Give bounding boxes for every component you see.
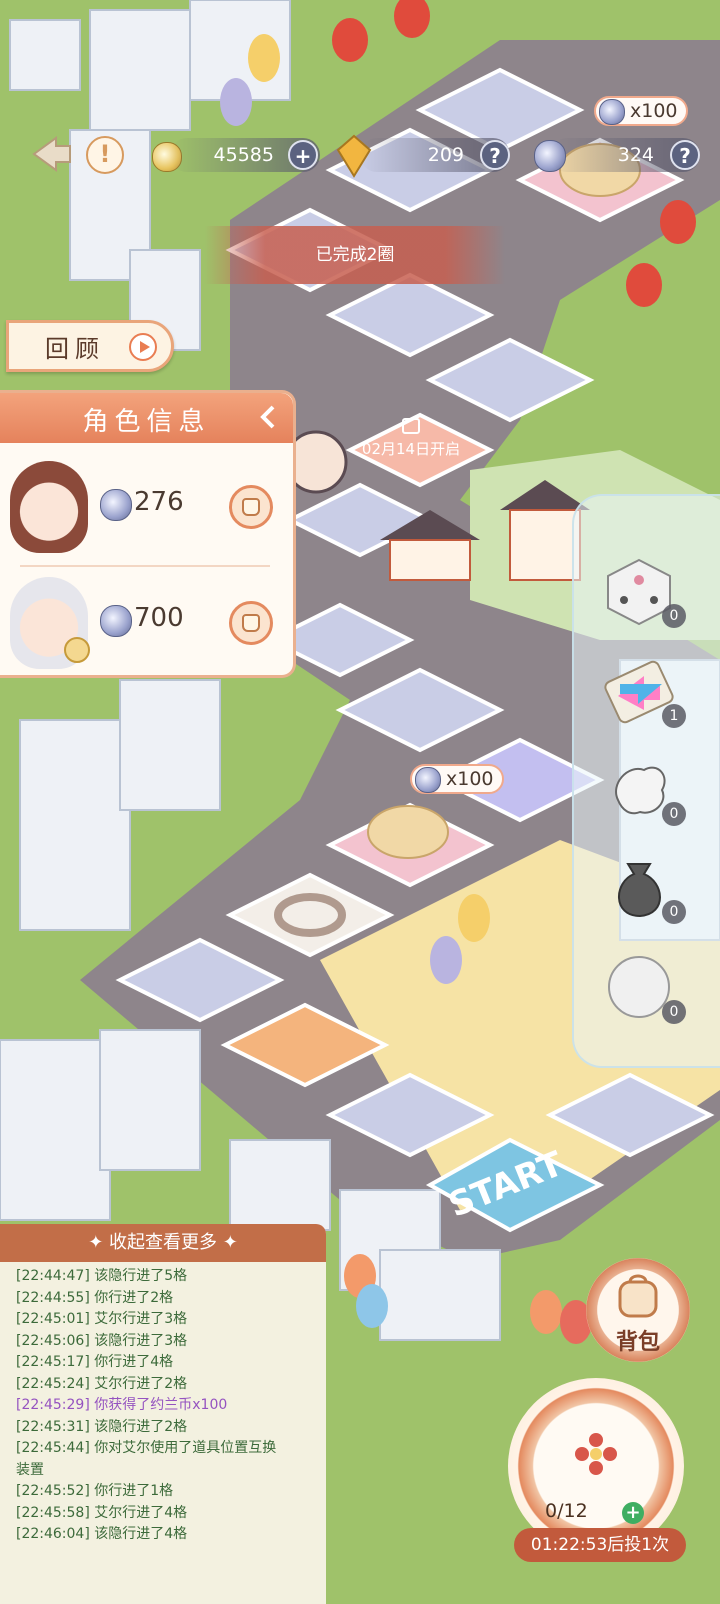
backpack-button[interactable]: 背包: [586, 1258, 690, 1362]
divider: [20, 565, 270, 567]
log-line: 装置: [16, 1461, 44, 1478]
mooncake-icon: [367, 805, 449, 859]
swap-item[interactable]: 1: [604, 656, 686, 728]
item-count: 0: [662, 900, 686, 924]
locked-tile-label: 02月14日开启: [346, 418, 476, 466]
review-label: 回顾: [45, 335, 105, 363]
role-info-panel: 角色信息 276 700: [0, 390, 296, 678]
role-row: 276: [0, 455, 293, 567]
sparkle-icon: ✦: [88, 1232, 109, 1253]
role-info-header: 角色信息: [0, 393, 293, 443]
role-token-value: 700: [134, 603, 184, 633]
backpack-label: 背包: [615, 1329, 660, 1355]
log-line: [22:45:58] 艾尔行进了4格: [16, 1504, 188, 1521]
log-lines: [22:44:47] 该隐行进了5格 [22:44:55] 你行进了2格 [22…: [16, 1266, 316, 1546]
flower-icon: [575, 1433, 617, 1475]
add-dice-button[interactable]: +: [622, 1502, 644, 1524]
dice-count: 0/12: [545, 1500, 588, 1522]
back-arrow-icon: [32, 136, 71, 172]
log-line: [22:46:04] 该隐行进了4格: [16, 1526, 188, 1542]
log-line: [22:45:52] 你行进了1格: [16, 1483, 174, 1499]
log-line: [22:44:55] 你行进了2格: [16, 1289, 174, 1306]
log-line: [22:44:47] 该隐行进了5格: [16, 1268, 188, 1284]
dice-item[interactable]: 0: [604, 556, 686, 628]
role-row: 700: [0, 571, 293, 683]
token-coin-icon: [100, 605, 132, 637]
back-button[interactable]: [30, 134, 74, 174]
log-line: [22:45:44] 你对艾尔使用了道具位置互换: [16, 1440, 277, 1456]
sparkle-icon: ✦: [217, 1232, 238, 1253]
log-line: [22:45:01] 艾尔行进了3格: [16, 1311, 188, 1327]
bag-icon[interactable]: [229, 485, 273, 529]
exclamation-icon: !: [99, 140, 111, 168]
review-button[interactable]: 回顾: [6, 320, 174, 372]
item-count: 0: [662, 802, 686, 826]
token-coin-icon: [415, 767, 441, 793]
log-line: [22:45:24] 艾尔行进了2格: [16, 1375, 188, 1392]
reward-tag-top: x100: [594, 96, 688, 126]
log-collapse-button[interactable]: ✦ 收起查看更多 ✦: [0, 1224, 326, 1262]
collapse-chevron-icon[interactable]: [255, 403, 283, 431]
role-token-value: 276: [134, 487, 184, 517]
item-count: 0: [662, 1000, 686, 1024]
swap-icon: [64, 637, 90, 663]
rounds-completed-banner: 已完成2圈: [205, 226, 505, 284]
play-arrow-icon: [129, 333, 157, 361]
token-help-button[interactable]: ?: [670, 140, 700, 170]
sack-item[interactable]: 0: [604, 852, 686, 924]
dice-timer: 01:22:53后投1次: [514, 1528, 686, 1562]
item-count: 0: [662, 604, 686, 628]
notice-button[interactable]: !: [86, 136, 124, 174]
item-count: 1: [662, 704, 686, 728]
reward-tag-mid: x100: [410, 764, 504, 794]
lock-icon: [402, 418, 420, 434]
log-line: [22:45:17] 你行进了4格: [16, 1354, 174, 1370]
backpack-icon: [618, 1274, 658, 1318]
log-line: [22:45:06] 该隐行进了3格: [16, 1332, 188, 1349]
snowball-item[interactable]: 0: [604, 952, 686, 1024]
token-coin-icon: [599, 99, 625, 125]
log-line: [22:45:29] 你获得了约兰币x100: [16, 1397, 228, 1413]
gem-help-button[interactable]: ?: [480, 140, 510, 170]
add-gold-button[interactable]: +: [288, 140, 318, 170]
token-value: 324: [617, 144, 654, 166]
gold-value: 45585: [213, 144, 274, 166]
log-line: [22:45:31] 该隐行进了2格: [16, 1418, 188, 1435]
avatar[interactable]: [10, 461, 88, 553]
glove-item[interactable]: 0: [604, 754, 686, 826]
gem-value: 209: [427, 144, 464, 166]
role-info-title: 角色信息: [82, 407, 211, 437]
token-coin-icon: [100, 489, 132, 521]
event-log-panel: ✦ 收起查看更多 ✦ [22:44:47] 该隐行进了5格 [22:44:55]…: [0, 1224, 326, 1604]
item-panel: 0 1 0 0 0: [572, 494, 720, 1068]
bag-icon[interactable]: [229, 601, 273, 645]
